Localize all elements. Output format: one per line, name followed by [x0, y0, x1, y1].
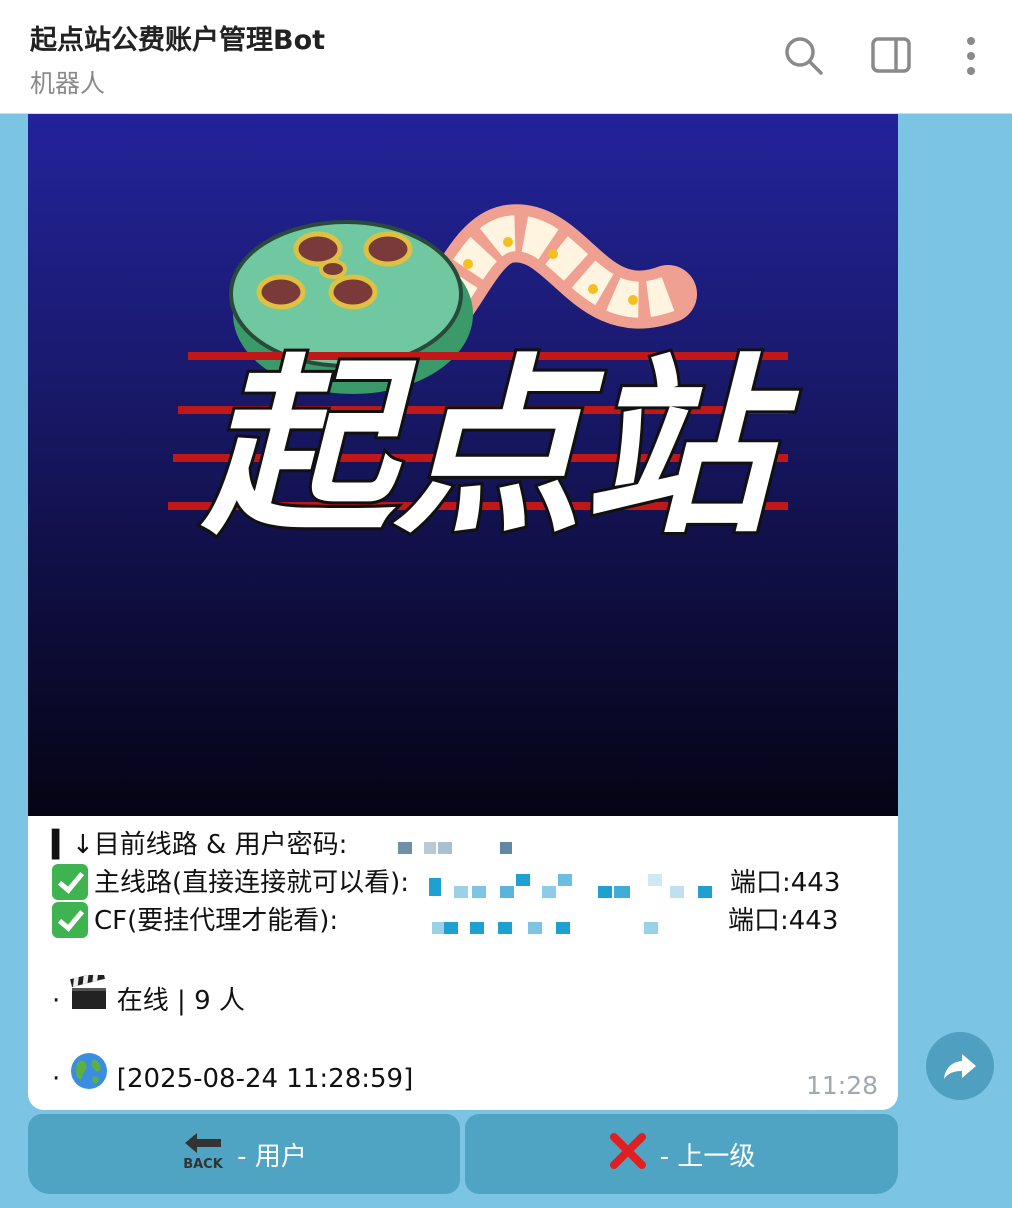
time-bullet: · — [52, 1064, 61, 1094]
go-up-level-button[interactable]: - 上一级 — [465, 1114, 898, 1194]
search-button[interactable] — [780, 32, 826, 78]
redacted-pixel — [424, 842, 436, 854]
back-to-user-label: - 用户 — [237, 1141, 307, 1172]
route-header-line: ▍↓目前线路 & 用户密码: — [52, 826, 347, 864]
redacted-pixel — [444, 922, 458, 934]
redacted-pixel — [558, 874, 572, 886]
redacted-pixel — [528, 922, 542, 934]
message-bubble: 起点站 ▍↓目前线路 & 用户密码: 主线路(直接连接就可以看): 端口:443… — [28, 114, 898, 1110]
chat-header: 起点站公费账户管理Bot 机器人 — [0, 0, 1012, 114]
back-arrow-icon: BACK — [181, 1131, 225, 1178]
redacted-pixel — [648, 874, 662, 886]
redacted-pixel — [438, 842, 452, 854]
redacted-pixel — [670, 886, 684, 898]
chat-subtitle: 机器人 — [30, 69, 106, 98]
redacted-pixel — [500, 842, 512, 854]
main-route-port: 端口:443 — [730, 868, 841, 898]
more-options-button[interactable] — [948, 32, 994, 78]
go-up-level-label: - 上一级 — [659, 1141, 756, 1172]
redacted-pixel — [556, 922, 570, 934]
redacted-pixel — [398, 842, 412, 854]
redacted-pixel — [614, 886, 630, 898]
redacted-pixel — [472, 886, 486, 898]
cf-route-label: CF(要挂代理才能看): — [94, 906, 339, 936]
clapperboard-icon — [69, 971, 109, 1022]
online-count-text: 在线 | 9 人 — [116, 986, 245, 1016]
side-panel-icon — [871, 37, 911, 73]
redacted-pixel — [498, 922, 512, 934]
check-mark-icon — [52, 863, 88, 900]
redacted-pixel — [516, 874, 530, 886]
back-icon-label: BACK — [183, 1157, 224, 1171]
redacted-pixel — [500, 886, 514, 898]
check-mark-icon — [52, 901, 88, 938]
redacted-pixel — [470, 922, 484, 934]
main-route-label: 主线路(直接连接就可以看): — [94, 868, 410, 898]
cf-route-port: 端口:443 — [728, 906, 839, 936]
main-route-line: 主线路(直接连接就可以看): — [52, 863, 410, 902]
banner-image[interactable]: 起点站 — [28, 114, 898, 816]
back-to-user-button[interactable]: BACK - 用户 — [28, 1114, 460, 1194]
redacted-pixel — [698, 886, 712, 898]
forward-button[interactable] — [926, 1032, 994, 1100]
redacted-pixel — [432, 922, 444, 934]
online-line: · 在线 | 9 人 — [52, 971, 245, 1016]
redacted-pixel — [542, 886, 556, 898]
search-icon — [785, 37, 823, 75]
red-cross-icon — [608, 1131, 648, 1178]
globe-icon — [69, 1051, 109, 1102]
side-panel-button[interactable] — [868, 32, 914, 78]
more-vertical-icon — [967, 37, 975, 75]
banner-logo-text: 起点站 — [200, 338, 800, 559]
forward-arrow-icon — [944, 1054, 976, 1079]
redacted-pixel — [598, 886, 612, 898]
message-time: 11:28 — [805, 1071, 878, 1100]
route-header-label: ▍↓目前线路 & 用户密码: — [52, 830, 348, 860]
online-bullet: · — [52, 986, 61, 1016]
cf-route-line: CF(要挂代理才能看): — [52, 901, 339, 940]
redacted-pixel — [454, 886, 468, 898]
timestamp-line: · [2025-08-24 11:28:59] — [52, 1053, 414, 1094]
timestamp-text: [2025-08-24 11:28:59] — [116, 1064, 414, 1094]
redacted-pixel — [429, 878, 441, 896]
chat-title[interactable]: 起点站公费账户管理Bot — [30, 18, 325, 57]
redacted-pixel — [644, 922, 658, 934]
